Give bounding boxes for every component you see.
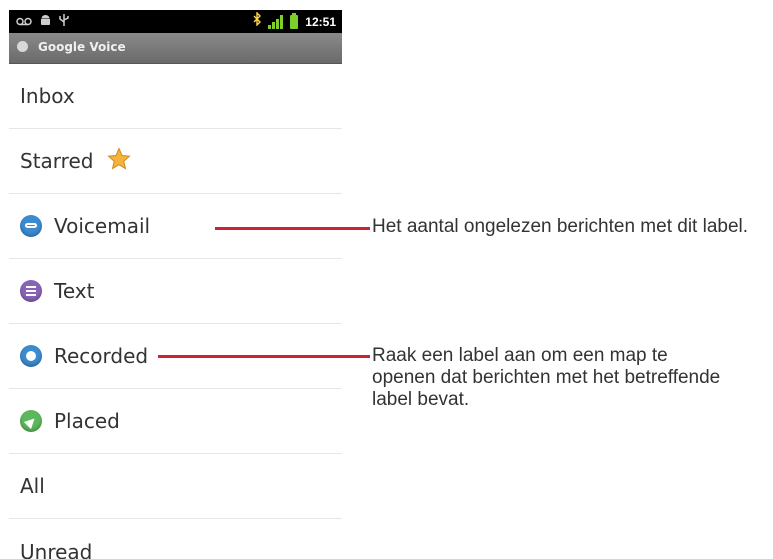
status-bar: 12:51	[9, 10, 342, 33]
battery-icon	[290, 12, 299, 29]
callout-line-open-label	[158, 355, 370, 358]
label-item-unread[interactable]: Unread	[9, 519, 342, 559]
label-item-all[interactable]: All	[9, 454, 342, 519]
app-title: Google Voice	[38, 40, 126, 54]
status-time: 12:51	[305, 14, 336, 29]
signal-icon	[268, 14, 284, 29]
usb-icon	[59, 13, 69, 32]
label-item-text[interactable]: Text	[9, 259, 342, 324]
android-debug-icon	[40, 14, 51, 32]
text-icon	[20, 280, 42, 302]
label-name: Starred	[20, 149, 94, 173]
placed-icon	[20, 410, 42, 432]
callout-unread-count: Het aantal ongelezen berichten met dit l…	[372, 216, 749, 237]
status-right-icons: 12:51	[253, 11, 336, 31]
star-icon	[107, 147, 132, 175]
bluetooth-icon	[253, 11, 262, 31]
callout-open-label: Raak een label aan om een map te openen …	[372, 345, 721, 410]
phone-screen: 12:51 Google Voice Inbox Starred Voicema…	[9, 10, 342, 559]
label-name: Voicemail	[54, 214, 151, 238]
google-voice-logo-icon	[17, 41, 28, 52]
label-name: Inbox	[20, 84, 75, 108]
voicemail-icon	[16, 14, 32, 31]
label-item-inbox[interactable]: Inbox	[9, 64, 342, 129]
status-left-icons	[16, 13, 69, 32]
callout-line-unread-count	[215, 227, 370, 230]
label-item-placed[interactable]: Placed	[9, 389, 342, 454]
label-list: Inbox Starred Voicemail Text Recorded Pl…	[9, 64, 342, 559]
app-title-bar: Google Voice	[9, 33, 342, 64]
label-item-starred[interactable]: Starred	[9, 129, 342, 194]
label-name: All	[20, 474, 45, 498]
recorded-icon	[20, 345, 42, 367]
label-name: Unread	[20, 539, 93, 559]
voicemail-icon	[20, 215, 42, 237]
label-name: Placed	[54, 409, 120, 433]
label-name: Text	[54, 279, 95, 303]
label-name: Recorded	[54, 344, 149, 368]
